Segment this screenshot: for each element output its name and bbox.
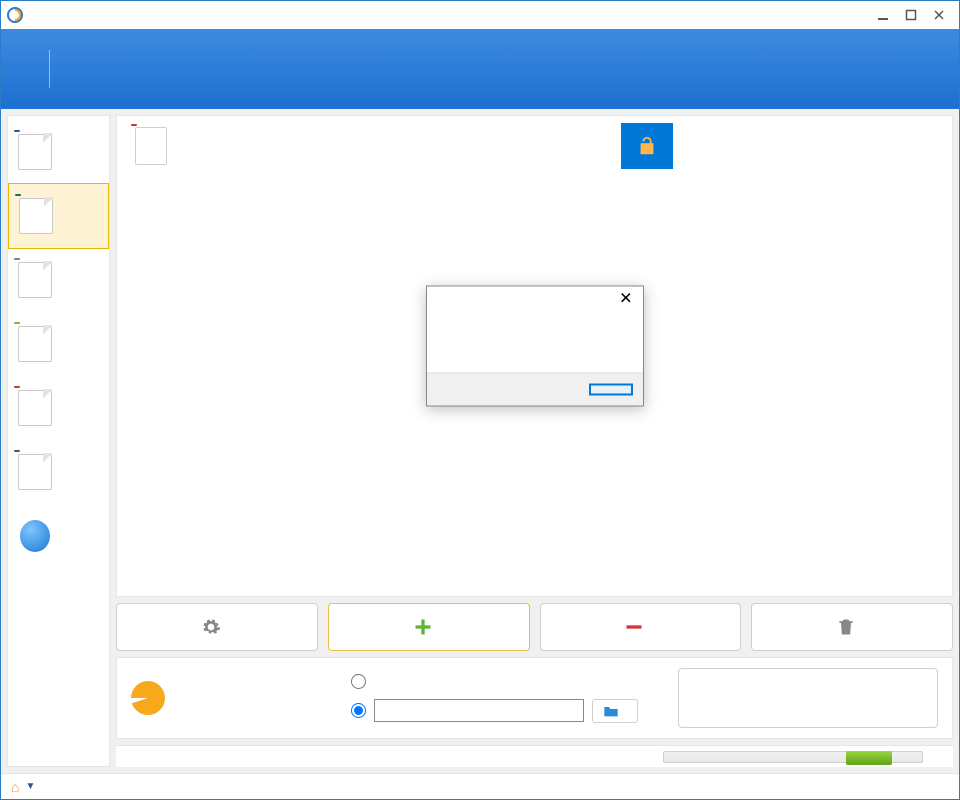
file-list: ✕ (116, 115, 953, 597)
gear-icon (201, 617, 221, 637)
minus-icon (624, 617, 644, 637)
output-path-field[interactable] (374, 699, 584, 722)
epub-icon (18, 390, 52, 426)
trash-icon (836, 617, 856, 637)
dialog-actions (427, 373, 643, 406)
lock-cell[interactable] (621, 123, 673, 169)
sidebar (7, 115, 110, 767)
xml-icon (18, 518, 52, 554)
progress-bar (663, 751, 923, 763)
folder-icon (603, 704, 619, 718)
output-panel (116, 657, 953, 739)
progress-dialog: ✕ (426, 286, 644, 407)
radio-same-input[interactable] (351, 674, 366, 689)
settings-button[interactable] (116, 603, 318, 651)
output-radios (351, 674, 638, 723)
brand-mini (131, 681, 331, 715)
maximize-button[interactable] (897, 5, 925, 25)
jpeg-icon (18, 262, 52, 298)
app-window: ✕ (0, 0, 960, 800)
progress-thumb (846, 751, 892, 765)
add-files-button[interactable] (328, 603, 530, 651)
radio-same-as-resources[interactable] (351, 674, 638, 689)
content-column: ✕ (116, 115, 953, 767)
banner (1, 29, 959, 109)
convert-button[interactable] (678, 668, 938, 728)
sidebar-item-pdf-to-excel[interactable] (8, 183, 109, 249)
html-icon (18, 326, 52, 362)
close-button[interactable] (925, 5, 953, 25)
sidebar-item-pdf-to-epub[interactable] (8, 376, 109, 440)
brand-logo-icon (131, 681, 165, 715)
file-row[interactable] (117, 116, 952, 176)
doc-icon (18, 134, 52, 170)
xls-icon (19, 198, 53, 234)
chevron-down-icon: ▼ (25, 781, 35, 792)
radio-custom-input[interactable] (351, 703, 366, 718)
sidebar-item-pdf-to-xml[interactable] (8, 504, 109, 568)
unlock-icon (636, 135, 658, 157)
banner-divider (49, 50, 50, 88)
txt-icon (18, 454, 52, 490)
dialog-titlebar: ✕ (427, 287, 643, 313)
status-bar: ⌂ ▼ (1, 773, 959, 799)
sidebar-item-pdf-to-image[interactable] (8, 248, 109, 312)
app-icon (7, 7, 23, 23)
clear-button[interactable] (751, 603, 953, 651)
minimize-button[interactable] (869, 5, 897, 25)
dialog-close-button[interactable]: ✕ (615, 290, 636, 310)
dialog-ok-button[interactable] (589, 384, 633, 396)
sidebar-item-pdf-to-word[interactable] (8, 120, 109, 184)
browse-button[interactable] (592, 699, 638, 723)
progress-area (116, 745, 953, 767)
title-bar (1, 1, 959, 29)
sidebar-item-pdf-to-html[interactable] (8, 312, 109, 376)
pdf-icon (135, 127, 167, 165)
radio-custom-path[interactable] (351, 699, 638, 723)
sidebar-item-pdf-to-txt[interactable] (8, 440, 109, 504)
remove-button[interactable] (540, 603, 742, 651)
dialog-message (427, 313, 643, 373)
toolbar (116, 603, 953, 651)
plus-icon (413, 617, 433, 637)
main-area: ✕ (1, 109, 959, 773)
home-icon: ⌂ (11, 779, 19, 795)
